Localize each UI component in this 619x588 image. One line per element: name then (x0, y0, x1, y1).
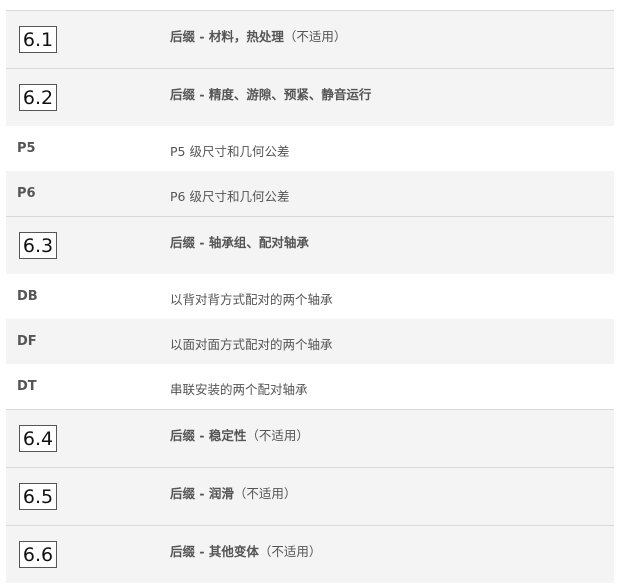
section-title-text: 后缀 - 其他变体 (170, 544, 259, 559)
suffix-code: DF (17, 334, 37, 349)
section-row-6-4: 6.4 后缀 - 稳定性（不适用） (6, 409, 614, 467)
suffix-code: DB (17, 289, 38, 304)
section-title-text: 后缀 - 精度、游隙、预紧、静音运行 (170, 87, 372, 102)
section-title: 后缀 - 轴承组、配对轴承 (170, 232, 309, 251)
section-title-text: 后缀 - 稳定性 (170, 428, 247, 443)
section-number: 6.3 (19, 232, 57, 259)
section-title: 后缀 - 其他变体（不适用） (170, 541, 321, 560)
section-number: 6.1 (19, 26, 57, 53)
section-title-text: 后缀 - 轴承组、配对轴承 (170, 235, 309, 250)
table-row-df: DF 以面对面方式配对的两个轴承 (6, 319, 614, 364)
suffix-code: P5 (17, 141, 36, 156)
section-row-6-6: 6.6 后缀 - 其他变体（不适用） (6, 525, 614, 583)
not-applicable-note: （不适用） (233, 486, 297, 501)
section-row-6-1: 6.1 后缀 - 材料，热处理（不适用） (6, 10, 614, 68)
suffix-description: P5 级尺寸和几何公差 (170, 144, 290, 159)
section-number: 6.6 (19, 541, 57, 568)
section-row-6-3: 6.3 后缀 - 轴承组、配对轴承 (6, 216, 614, 274)
suffix-code: P6 (17, 186, 36, 201)
suffix-table: 6.1 后缀 - 材料，热处理（不适用） 6.2 后缀 - 精度、游隙、预紧、静… (6, 0, 614, 583)
suffix-description: 串联安装的两个配对轴承 (170, 382, 308, 397)
table-row-dt: DT 串联安装的两个配对轴承 (6, 364, 614, 409)
section-title-text: 后缀 - 材料，热处理 (170, 29, 284, 44)
table-row-p6: P6 P6 级尺寸和几何公差 (6, 171, 614, 216)
section-row-6-2: 6.2 后缀 - 精度、游隙、预紧、静音运行 (6, 68, 614, 126)
section-title: 后缀 - 稳定性（不适用） (170, 425, 309, 444)
section-title: 后缀 - 润滑（不适用） (170, 483, 296, 502)
section-number: 6.4 (19, 425, 57, 452)
suffix-description: P6 级尺寸和几何公差 (170, 189, 290, 204)
table-row-p5: P5 P5 级尺寸和几何公差 (6, 126, 614, 171)
not-applicable-note: （不适用） (258, 544, 322, 559)
section-title: 后缀 - 材料，热处理（不适用） (170, 26, 346, 45)
suffix-description: 以面对面方式配对的两个轴承 (170, 337, 333, 352)
section-number: 6.2 (19, 84, 57, 111)
section-title: 后缀 - 精度、游隙、预紧、静音运行 (170, 84, 371, 103)
suffix-code: DT (17, 379, 37, 394)
suffix-description: 以背对背方式配对的两个轴承 (170, 292, 333, 307)
section-title-text: 后缀 - 润滑 (170, 486, 234, 501)
not-applicable-note: （不适用） (246, 428, 309, 443)
section-row-6-5: 6.5 后缀 - 润滑（不适用） (6, 467, 614, 525)
section-number: 6.5 (19, 483, 57, 510)
table-row-db: DB 以背对背方式配对的两个轴承 (6, 274, 614, 319)
not-applicable-note: （不适用） (283, 29, 347, 44)
